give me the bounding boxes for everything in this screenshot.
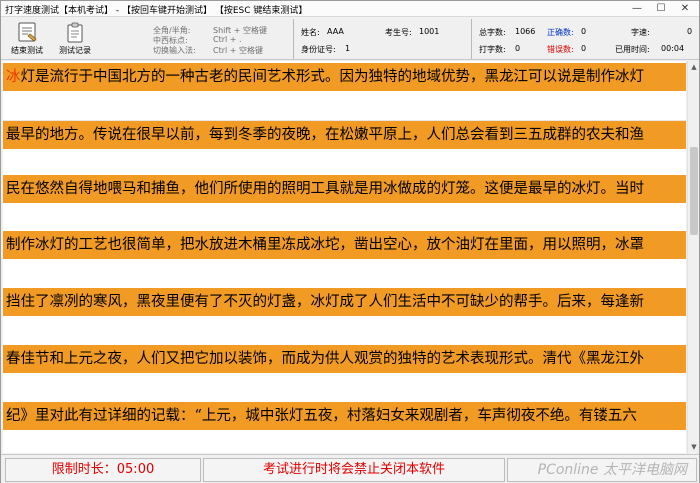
end-test-button[interactable]: 结束测试 bbox=[5, 19, 49, 59]
elapsed-time-value: 00:04 bbox=[661, 44, 685, 53]
toolbar-divider bbox=[293, 19, 294, 59]
test-record-label: 测试记录 bbox=[59, 46, 91, 55]
maximize-button[interactable]: ☐ bbox=[649, 2, 673, 16]
scroll-down-arrow-icon[interactable]: ▼ bbox=[688, 441, 700, 453]
title-bar: 打字速度测试【本机考试】 - 【按回车键开始测试】 【按ESC 键结束测试】 —… bbox=[1, 1, 699, 17]
vertical-scrollbar[interactable]: ▲ ▼ bbox=[687, 61, 699, 453]
test-record-button[interactable]: 测试记录 bbox=[53, 19, 97, 59]
source-text: 制作冰灯的工艺也很简单，把水放进木桶里冻成冰坨，凿出空心，放个油灯在里面，用以照… bbox=[6, 237, 644, 253]
source-text-line: 民在悠然自得地喂马和捕鱼，他们所使用的照明工具就是用冰做成的灯笼。这便是最早的冰… bbox=[3, 175, 686, 203]
correct-count-label: 正确数: bbox=[547, 28, 574, 37]
speed-label: 字速: bbox=[631, 28, 650, 37]
shortcut-keys: Ctrl + 空格键 bbox=[213, 46, 264, 55]
source-text: 挡住了凛冽的寒风，黑夜里便有了不灭的灯盏，冰灯成了人们生活中不可缺少的帮手。后来… bbox=[6, 294, 644, 310]
correct-count-value: 0 bbox=[581, 27, 587, 36]
shortcut-keys: Ctrl + . bbox=[213, 35, 242, 44]
typing-input-line[interactable] bbox=[3, 373, 686, 403]
source-text-line: 冰灯是流行于中国北方的一种古老的民间艺术形式。因为独特的地域优势，黑龙江可以说是… bbox=[3, 63, 686, 91]
exam-notice-text: 考试进行时将会禁止关闭本软件 bbox=[203, 458, 505, 482]
shortcut-name: 切换输入法: bbox=[153, 46, 196, 55]
source-text: 最早的地方。传说在很早以前，每到冬季的夜晚，在松嫩平原上，人们总会看到三五成群的… bbox=[6, 127, 644, 143]
typed-count-value: 0 bbox=[515, 44, 521, 53]
typing-input-line[interactable] bbox=[3, 91, 686, 121]
close-button[interactable]: ✕ bbox=[673, 2, 697, 16]
source-text: 春佳节和上元之夜，人们又把它加以装饰，而成为供人观赏的独特的艺术表现形式。清代《… bbox=[6, 351, 644, 367]
scroll-thumb[interactable] bbox=[690, 147, 698, 235]
source-text-line: 制作冰灯的工艺也很简单，把水放进木桶里冻成冰坨，凿出空心，放个油灯在里面，用以照… bbox=[3, 231, 686, 259]
wrong-count-value: 0 bbox=[581, 44, 587, 53]
window-title: 打字速度测试【本机考试】 - 【按回车键开始测试】 【按ESC 键结束测试】 bbox=[5, 6, 308, 16]
typing-input-line[interactable] bbox=[3, 316, 686, 346]
source-text-line: 最早的地方。传说在很早以前，每到冬季的夜晚，在松嫩平原上，人们总会看到三五成群的… bbox=[3, 121, 686, 149]
typing-input-line[interactable] bbox=[3, 203, 686, 233]
wrong-count-label: 错误数: bbox=[547, 45, 574, 54]
status-bar: 限制时长：05:00 考试进行时将会禁止关闭本软件 PConline 太平洋电脑… bbox=[1, 454, 699, 483]
time-limit-text: 限制时长：05:00 bbox=[5, 458, 201, 482]
source-text: 灯是流行于中国北方的一种古老的民间艺术形式。因为独特的地域优势，黑龙江可以说是制… bbox=[20, 69, 645, 85]
typing-area[interactable]: 冰灯是流行于中国北方的一种古老的民间艺术形式。因为独特的地域优势，黑龙江可以说是… bbox=[3, 61, 686, 453]
typing-input-line[interactable] bbox=[3, 259, 686, 289]
total-count-label: 总字数: bbox=[479, 28, 506, 37]
source-text: 民在悠然自得地喂马和捕鱼，他们所使用的照明工具就是用冰做成的灯笼。这便是最早的冰… bbox=[6, 181, 644, 197]
total-count-value: 1066 bbox=[515, 27, 536, 36]
exam-number-label: 考生号: bbox=[385, 28, 412, 37]
source-text-line: 挡住了凛冽的寒风，黑夜里便有了不灭的灯盏，冰灯成了人们生活中不可缺少的帮手。后来… bbox=[3, 288, 686, 316]
source-text-line: 纪》里对此有过详细的记载：“上元，城中张灯五夜，村落妇女来观剧者，车声彻夜不绝。… bbox=[3, 402, 686, 430]
end-test-icon bbox=[18, 22, 37, 42]
speed-value: 0 bbox=[687, 27, 693, 36]
id-number-label: 身份证号: bbox=[301, 45, 336, 54]
typing-test-window: 打字速度测试【本机考试】 - 【按回车键开始测试】 【按ESC 键结束测试】 —… bbox=[0, 0, 700, 483]
minimize-button[interactable]: — bbox=[625, 2, 649, 16]
source-text: 纪》里对此有过详细的记载：“上元，城中张灯五夜，村落妇女来观剧者，车声彻夜不绝。… bbox=[6, 408, 637, 424]
current-char: 冰 bbox=[6, 69, 21, 85]
scroll-up-arrow-icon[interactable]: ▲ bbox=[688, 61, 700, 73]
source-text-line: 春佳节和上元之夜，人们又把它加以装饰，而成为供人观赏的独特的艺术表现形式。清代《… bbox=[3, 345, 686, 373]
name-value: AAA bbox=[327, 27, 344, 36]
toolbar-divider bbox=[471, 19, 472, 59]
name-label: 姓名: bbox=[301, 28, 320, 37]
elapsed-time-label: 已用时间: bbox=[615, 45, 650, 54]
typing-input-line[interactable] bbox=[3, 430, 686, 453]
watermark: PConline 太平洋电脑网 bbox=[537, 462, 687, 478]
toolbar: 结束测试 测试记录 全角/半角: Shift + 空格键 中西标点: Ctrl … bbox=[1, 18, 699, 60]
typed-count-label: 打字数: bbox=[479, 45, 506, 54]
exam-number-value: 1001 bbox=[419, 27, 440, 36]
end-test-label: 结束测试 bbox=[11, 46, 43, 55]
id-number-value: 1 bbox=[345, 44, 351, 53]
clipboard-icon bbox=[67, 22, 83, 43]
